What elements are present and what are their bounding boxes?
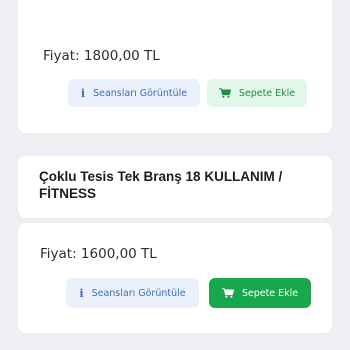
info-icon: i [79,286,84,300]
view-sessions-label: Seansları Görüntüle [91,287,186,299]
price-label: Fiyat: 1800,00 TL [43,48,160,64]
add-to-cart-label: Sepete Ekle [241,287,299,299]
view-sessions-label: Seansları Görüntüle [93,87,188,99]
add-to-cart-label: Sepete Ekle [238,87,296,99]
cart-icon [218,88,231,98]
add-to-cart-button[interactable]: Sepete Ekle [209,278,311,308]
product-title: Çoklu Tesis Tek Branş 18 KULLANIM / FİTN… [39,169,283,201]
info-icon: i [80,86,86,100]
price-label: Fiyat: 1600,00 TL [40,246,157,262]
product-card: Fiyat: 1800,00 TL i Seansları Görüntüle … [18,0,332,133]
cart-icon [221,288,234,298]
product-card-header: Çoklu Tesis Tek Branş 18 KULLANIM / FİTN… [18,156,332,218]
add-to-cart-button[interactable]: Sepete Ekle [207,79,307,107]
view-sessions-button[interactable]: i Seansları Görüntüle [66,278,199,308]
product-card: Fiyat: 1600,00 TL i Seansları Görüntüle … [18,223,332,333]
view-sessions-button[interactable]: i Seansları Görüntüle [68,79,200,107]
